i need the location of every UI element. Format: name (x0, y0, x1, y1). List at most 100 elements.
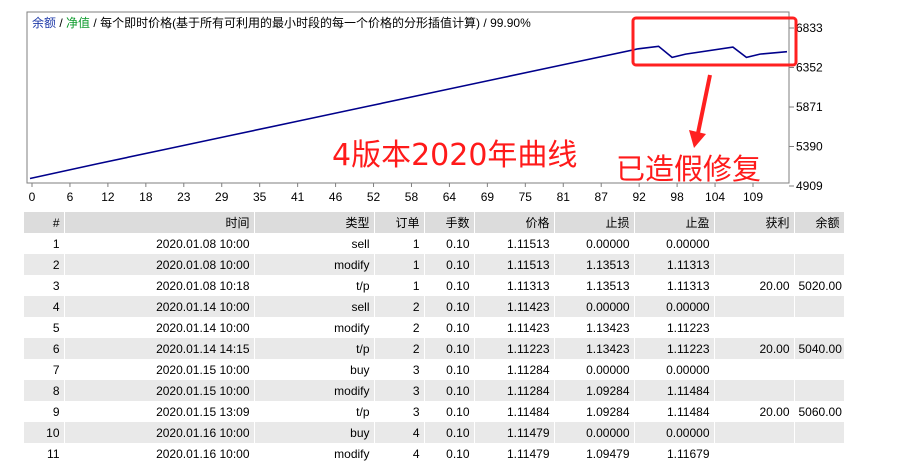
table-cell: t/p (254, 338, 375, 359)
table-cell: modify (254, 317, 375, 338)
y-tick-label: 6833 (796, 21, 823, 35)
table-cell: 1.11284 (474, 359, 555, 380)
table-cell: 2020.01.08 10:00 (64, 254, 255, 275)
table-cell: 9 (24, 401, 65, 422)
table-cell: 0.10 (424, 254, 475, 275)
table-row[interactable]: 10 2020.01.16 10:00 buy 4 0.10 1.11479 0.00000… (24, 422, 845, 443)
table-cell: 5 (24, 317, 65, 338)
table-row[interactable]: 1 2020.01.08 10:00 sell 1 0.10 1.11513 0.00000… (24, 233, 845, 254)
table-cell: 0.00000 (554, 233, 635, 254)
table-cell: 1.11423 (474, 317, 555, 338)
x-tick-label: 46 (329, 190, 343, 204)
table-cell: 3 (374, 401, 425, 422)
column-header[interactable]: 止损 (554, 212, 635, 233)
table-cell: 3 (374, 380, 425, 401)
equity-chart: 6833 6352 5871 5390 4909 0 6 12 18 23 29 35 41 46 52 5… (0, 0, 901, 208)
table-row[interactable]: 11 2020.01.16 10:00 modify 4 0.10 1.11479 1.09… (24, 443, 845, 464)
table-cell (794, 359, 845, 380)
table-cell: 0.10 (424, 380, 475, 401)
table-cell: 1.11479 (474, 443, 555, 464)
table-cell: 0.10 (424, 296, 475, 317)
x-tick-label: 41 (291, 190, 305, 204)
table-cell: 1 (24, 233, 65, 254)
table-row[interactable]: 9 2020.01.15 13:09 t/p 3 0.10 1.11484 1.09284 1… (24, 401, 845, 422)
table-cell: 2020.01.15 13:09 (64, 401, 255, 422)
table-row[interactable]: 4 2020.01.14 10:00 sell 2 0.10 1.11423 0.00000… (24, 296, 845, 317)
x-tick-label: 6 (67, 190, 74, 204)
table-cell: 1.11223 (474, 338, 555, 359)
x-tick-label: 18 (139, 190, 153, 204)
x-tick-label: 81 (557, 190, 571, 204)
table-row[interactable]: 8 2020.01.15 10:00 modify 3 0.10 1.11284 1.092… (24, 380, 845, 401)
x-tick-label: 104 (705, 190, 725, 204)
column-header[interactable]: 时间 (64, 212, 255, 233)
x-tick-label: 52 (367, 190, 381, 204)
column-header[interactable]: 止盈 (634, 212, 715, 233)
table-row[interactable]: 6 2020.01.14 14:15 t/p 2 0.10 1.11223 1.13423 1… (24, 338, 845, 359)
table-cell (714, 443, 795, 464)
table-cell: 0.00000 (554, 296, 635, 317)
table-cell: 2020.01.15 10:00 (64, 359, 255, 380)
table-cell: 0.10 (424, 275, 475, 296)
overlay-curve-label: 4版本2020年曲线 (332, 138, 578, 173)
table-row[interactable]: 2 2020.01.08 10:00 modify 1 0.10 1.11513 1.135… (24, 254, 845, 275)
table-cell: 1.11484 (634, 380, 715, 401)
x-tick-label: 69 (481, 190, 495, 204)
table-cell: 1 (374, 275, 425, 296)
table-cell: 4 (374, 443, 425, 464)
table-cell (714, 317, 795, 338)
table-cell: 1.11479 (474, 422, 555, 443)
table-cell: 2020.01.08 10:18 (64, 275, 255, 296)
table-cell (714, 380, 795, 401)
table-cell: 0.00000 (634, 233, 715, 254)
legend-balance: 余额 (32, 16, 57, 30)
table-row[interactable]: 7 2020.01.15 10:00 buy 3 0.10 1.11284 0.00000 0… (24, 359, 845, 380)
column-header[interactable]: 手数 (424, 212, 475, 233)
table-cell: 11 (24, 443, 65, 464)
table-cell: 2 (374, 338, 425, 359)
table-cell: 1.11513 (474, 254, 555, 275)
table-cell: 1.13423 (554, 338, 635, 359)
table-cell: sell (254, 233, 375, 254)
x-tick-label: 75 (519, 190, 533, 204)
column-header[interactable]: 价格 (474, 212, 555, 233)
table-cell (714, 296, 795, 317)
column-header[interactable]: 类型 (254, 212, 375, 233)
table-cell (714, 359, 795, 380)
column-header[interactable]: 获利 (714, 212, 795, 233)
table-cell: 20.00 (714, 401, 795, 422)
table-cell: 1.11313 (634, 254, 715, 275)
table-cell: 1.13513 (554, 275, 635, 296)
table-cell: 3 (24, 275, 65, 296)
table-cell: 0.00000 (634, 422, 715, 443)
table-cell: 1.11423 (474, 296, 555, 317)
table-cell: 2020.01.16 10:00 (64, 443, 255, 464)
table-cell: 1 (374, 233, 425, 254)
table-cell: buy (254, 422, 375, 443)
column-header[interactable]: 订单 (374, 212, 425, 233)
x-tick-label: 58 (405, 190, 419, 204)
table-row[interactable]: 3 2020.01.08 10:18 t/p 1 0.10 1.11313 1.13513 1… (24, 275, 845, 296)
table-cell: 0.10 (424, 338, 475, 359)
column-header[interactable]: 余额 (794, 212, 845, 233)
table-row[interactable]: 5 2020.01.14 10:00 modify 2 0.10 1.11423 1.134… (24, 317, 845, 338)
table-cell: 1.11484 (474, 401, 555, 422)
table-cell: 1.09284 (554, 401, 635, 422)
y-tick-label: 6352 (796, 61, 823, 75)
table-cell (794, 380, 845, 401)
table-cell: 3 (374, 359, 425, 380)
legend-quality: 99.90% (490, 16, 531, 30)
table-cell: 1.11223 (634, 317, 715, 338)
table-cell: 1.11284 (474, 380, 555, 401)
table-cell (794, 296, 845, 317)
table-cell: 2020.01.14 10:00 (64, 317, 255, 338)
column-header[interactable]: # (24, 212, 65, 233)
x-tick-label: 35 (253, 190, 267, 204)
table-cell: 2020.01.15 10:00 (64, 380, 255, 401)
table-cell: 6 (24, 338, 65, 359)
table-cell: 1.13513 (554, 254, 635, 275)
y-tick-label: 5390 (796, 140, 823, 154)
legend-description: 每个即时价格(基于所有可利用的最小时段的每一个价格的分形插值计算) (100, 16, 481, 30)
table-cell (794, 233, 845, 254)
table-cell: 1 (374, 254, 425, 275)
